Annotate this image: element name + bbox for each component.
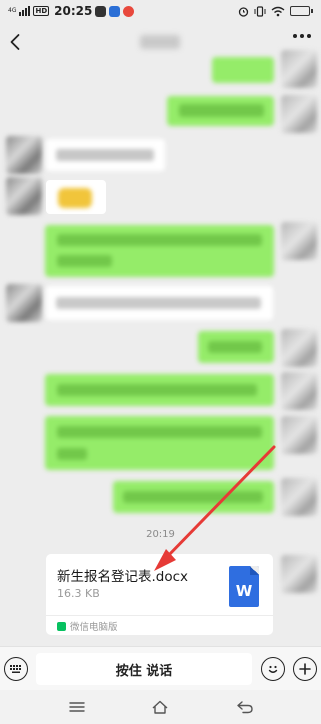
message-bubble-incoming-redacted[interactable]: [46, 139, 165, 171]
plus-icon: [299, 663, 311, 675]
avatar-self[interactable]: [281, 50, 317, 88]
message-bubble-outgoing-redacted[interactable]: [45, 225, 274, 277]
file-message-card[interactable]: 新生报名登记表.docx 16.3 KB W 微信电脑版: [46, 554, 273, 635]
hold-to-talk-button[interactable]: 按住 说话: [36, 653, 252, 685]
back-icon: [10, 34, 20, 50]
message-timestamp: 20:19: [146, 529, 175, 540]
more-icon: [293, 34, 297, 38]
status-time: 20:25: [54, 4, 93, 18]
home-icon: [152, 700, 168, 714]
vibrate-icon: [254, 5, 266, 17]
network-type: 4G: [8, 7, 17, 14]
file-size: 16.3 KB: [57, 587, 100, 600]
status-bar: 4G HD 20:25: [0, 0, 321, 22]
avatar-self[interactable]: [281, 95, 317, 133]
message-bubble-outgoing-redacted[interactable]: [198, 331, 274, 363]
emoji-icon: [268, 665, 278, 673]
file-source-label: 微信电脑版: [70, 622, 118, 633]
avatar-self[interactable]: [281, 416, 317, 454]
sticker-message[interactable]: [46, 180, 106, 214]
return-icon: [237, 701, 253, 714]
more-button[interactable]: [293, 34, 311, 38]
message-bubble-outgoing-redacted[interactable]: [45, 416, 274, 470]
emoji-button[interactable]: [261, 657, 285, 681]
menu-icon: [69, 702, 85, 712]
message-bubble-outgoing-redacted[interactable]: [212, 57, 274, 83]
menu-button[interactable]: [67, 699, 87, 715]
word-file-icon: W: [229, 566, 259, 607]
avatar-contact[interactable]: [6, 284, 42, 322]
alarm-icon: [238, 6, 249, 17]
input-bar: 按住 说话: [0, 646, 321, 690]
battery-icon: [290, 6, 313, 16]
back-nav-button[interactable]: [235, 699, 255, 715]
keyboard-icon: [10, 665, 21, 673]
hd-badge: HD: [33, 6, 50, 16]
avatar-self[interactable]: [281, 222, 317, 260]
avatar-self[interactable]: [281, 478, 317, 516]
message-bubble-incoming-redacted[interactable]: [46, 286, 273, 320]
app-notification-icon: [95, 5, 107, 17]
avatar-self[interactable]: [281, 372, 317, 410]
file-name: 新生报名登记表.docx: [57, 569, 189, 585]
keyboard-toggle-button[interactable]: [4, 657, 28, 681]
wechat-pc-icon: [57, 621, 66, 631]
chat-title-redacted: [140, 35, 180, 49]
avatar-contact[interactable]: [6, 177, 42, 215]
back-button[interactable]: [6, 32, 26, 52]
home-button[interactable]: [150, 699, 170, 715]
avatar-self[interactable]: [281, 555, 317, 593]
system-navigation-bar: [0, 690, 321, 724]
divider: [46, 615, 273, 616]
file-source: 微信电脑版: [57, 619, 118, 633]
message-bubble-outgoing-redacted[interactable]: [45, 374, 274, 406]
sticker-image: [58, 188, 92, 208]
add-button[interactable]: [293, 657, 317, 681]
avatar-contact[interactable]: [6, 136, 42, 174]
avatar-self[interactable]: [281, 329, 317, 367]
wifi-icon: [271, 6, 285, 16]
message-bubble-outgoing-redacted[interactable]: [113, 481, 274, 513]
app-notification-icon: [109, 5, 121, 17]
weibo-notification-icon: [123, 5, 135, 17]
signal-icon: [19, 6, 31, 16]
message-bubble-outgoing-redacted[interactable]: [167, 96, 274, 126]
